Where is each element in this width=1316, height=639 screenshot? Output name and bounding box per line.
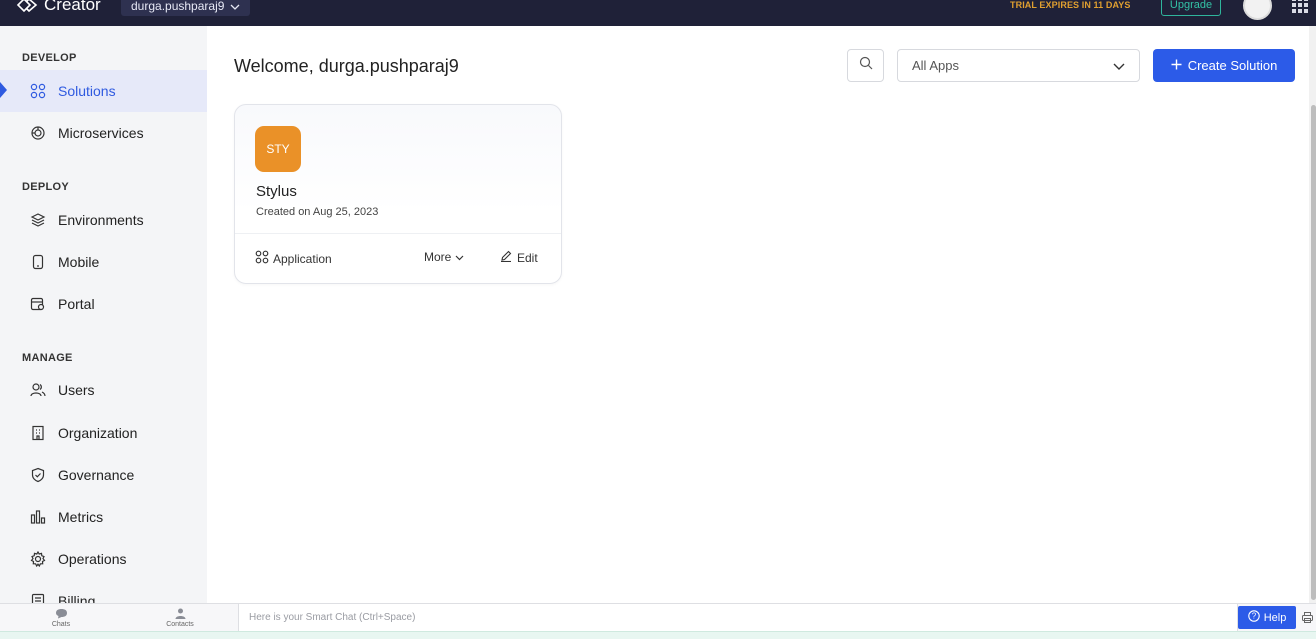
gear-icon	[30, 551, 46, 567]
app-filter-select[interactable]: All Apps	[897, 49, 1140, 82]
mobile-icon	[30, 254, 46, 270]
solution-type-label: Application	[273, 251, 332, 266]
more-label: More	[424, 250, 452, 264]
sidebar-item-label: Environments	[58, 212, 144, 228]
app-grid-icon[interactable]	[1292, 0, 1308, 13]
org-selector[interactable]: durga.pushparaj9	[121, 0, 251, 16]
sidebar-item-label: Solutions	[58, 83, 116, 99]
shield-icon	[30, 467, 46, 483]
sidebar-item-label: Mobile	[58, 254, 100, 270]
sidebar-item-organization[interactable]: Organization	[0, 412, 207, 454]
solution-created-date: Created on Aug 25, 2023	[256, 206, 379, 218]
contact-icon	[175, 608, 186, 621]
contacts-label: Contacts	[166, 621, 194, 628]
plus-icon	[1171, 58, 1182, 73]
metrics-icon	[30, 509, 46, 525]
trial-notice: TRIAL EXPIRES IN 11 DAYS	[1010, 0, 1131, 10]
edit-button[interactable]: Edit	[500, 250, 538, 265]
users-icon	[30, 382, 46, 398]
sidebar-item-billing[interactable]: Billing	[0, 580, 207, 604]
sidebar-item-mobile[interactable]: Mobile	[0, 241, 207, 283]
chevron-down-icon	[455, 250, 464, 264]
page-title: Welcome, durga.pushparaj9	[234, 56, 459, 76]
microservices-icon	[30, 125, 46, 141]
solution-card[interactable]: STY Stylus Created on Aug 25, 2023 Appli…	[234, 104, 562, 284]
create-solution-label: Create Solution	[1187, 58, 1278, 73]
avatar[interactable]	[1243, 0, 1272, 20]
svg-text:?: ?	[1251, 612, 1256, 621]
sidebar-item-label: Microservices	[58, 125, 144, 141]
create-solution-button[interactable]: Create Solution	[1153, 49, 1295, 82]
sidebar-item-environments[interactable]: Environments	[0, 199, 207, 241]
app-filter-value: All Apps	[912, 58, 959, 73]
chat-icon	[55, 608, 68, 621]
chats-tab[interactable]: Chats	[26, 604, 96, 632]
active-indicator	[0, 82, 7, 98]
chevron-down-icon	[1113, 58, 1125, 73]
chats-label: Chats	[51, 621, 71, 628]
edit-label: Edit	[517, 250, 538, 265]
portal-icon	[30, 296, 46, 312]
sidebar-item-label: Users	[58, 382, 95, 398]
card-divider	[235, 233, 561, 234]
sidebar-item-label: Metrics	[58, 509, 104, 525]
section-title-develop: DEVELOP	[22, 52, 77, 64]
application-icon	[255, 250, 269, 267]
pencil-icon	[500, 250, 512, 265]
creator-logo[interactable]: Creator	[16, 0, 101, 15]
footer-strip	[0, 631, 1316, 639]
search-icon	[859, 56, 873, 75]
building-icon	[30, 425, 46, 441]
sidebar-item-governance[interactable]: Governance	[0, 454, 207, 496]
chevron-down-icon	[230, 0, 240, 13]
solutions-icon	[30, 83, 46, 99]
sidebar-item-users[interactable]: Users	[0, 369, 207, 411]
top-bar: Creator durga.pushparaj9 TRIAL EXPIRES I…	[0, 0, 1316, 26]
creator-logo-icon	[16, 0, 38, 13]
help-button[interactable]: ? Help	[1238, 606, 1296, 629]
sidebar-item-label: Operations	[58, 551, 127, 567]
smart-chat-placeholder: Here is your Smart Chat (Ctrl+Space)	[249, 612, 416, 623]
section-title-deploy: DEPLOY	[22, 181, 70, 193]
brand-name: Creator	[44, 0, 101, 14]
solution-title[interactable]: Stylus	[256, 183, 297, 200]
org-selector-label: durga.pushparaj9	[131, 0, 225, 13]
sidebar-item-portal[interactable]: Portal	[0, 283, 207, 325]
upgrade-button[interactable]: Upgrade	[1161, 0, 1221, 16]
help-icon: ?	[1247, 610, 1260, 625]
section-title-manage: MANAGE	[22, 352, 73, 364]
sidebar-item-label: Governance	[58, 467, 135, 483]
search-button[interactable]	[847, 49, 884, 82]
solution-type: Application	[255, 250, 332, 267]
smart-chat-input[interactable]: Here is your Smart Chat (Ctrl+Space)	[238, 604, 1238, 631]
sidebar-item-solutions[interactable]: Solutions	[0, 70, 207, 112]
sidebar-item-label: Organization	[58, 425, 138, 441]
sidebar-item-metrics[interactable]: Metrics	[0, 496, 207, 538]
layers-icon	[30, 212, 46, 228]
bottom-bar: Chats Contacts Here is your Smart Chat (…	[0, 603, 1316, 631]
sidebar: DEVELOP Solutions Microservices DEPLOY E…	[0, 26, 207, 604]
sidebar-item-operations[interactable]: Operations	[0, 538, 207, 580]
app-badge: STY	[255, 126, 301, 172]
sidebar-item-microservices[interactable]: Microservices	[0, 112, 207, 154]
more-menu-button[interactable]: More	[424, 250, 464, 264]
contacts-tab[interactable]: Contacts	[145, 604, 215, 632]
scrollbar-thumb[interactable]	[1311, 105, 1316, 600]
printer-icon[interactable]	[1301, 611, 1314, 629]
sidebar-item-label: Portal	[58, 296, 95, 312]
help-label: Help	[1263, 611, 1287, 624]
